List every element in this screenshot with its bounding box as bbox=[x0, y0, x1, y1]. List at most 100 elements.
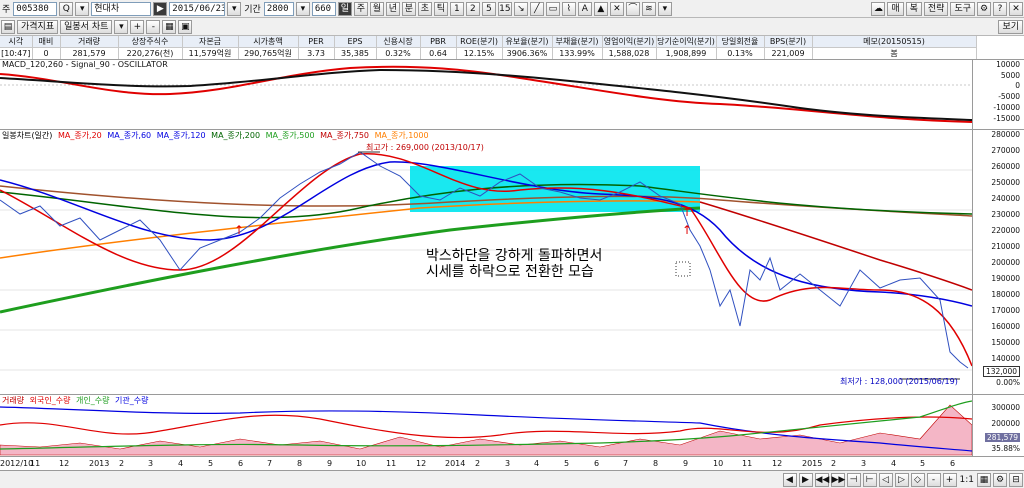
period-button-0[interactable]: 일 bbox=[337, 1, 352, 16]
stock-code-input[interactable]: 005380 bbox=[13, 1, 58, 16]
chart-type-dropdown-icon[interactable]: ▾ bbox=[114, 19, 129, 34]
price-y-label: 190000 bbox=[991, 274, 1020, 283]
macd-pane[interactable]: MACD_120,260 - Signal_90 - OSCILLATOR 10… bbox=[0, 60, 1024, 130]
line-tool-icon[interactable]: ╱ bbox=[529, 1, 544, 16]
tab-daily-chart[interactable]: 일봉서 차트 bbox=[60, 19, 113, 34]
trendline-tool-icon[interactable]: ↘ bbox=[513, 1, 528, 16]
info-header: 부채율(분기) bbox=[552, 36, 603, 48]
period-button-5[interactable]: 초 bbox=[417, 1, 432, 16]
ma-750-tail-line bbox=[699, 201, 972, 291]
close-icon[interactable]: ✕ bbox=[1009, 1, 1023, 16]
date-axis-label: 11 bbox=[30, 459, 41, 468]
zoom-in-icon[interactable]: + bbox=[942, 472, 957, 487]
cloud-icon[interactable]: ☁ bbox=[871, 1, 886, 16]
minute-button-2[interactable]: 5 bbox=[481, 1, 496, 16]
search-icon[interactable]: Q bbox=[59, 1, 74, 16]
nav-prev-icon[interactable]: ◀ bbox=[782, 472, 797, 487]
bottom-navigation-bar: ◀ ▶ ◀◀ ▶▶ ⊣ ⊢ ◁ ▷ ◇ - + 1:1 ▦ ⚙ ⊟ bbox=[0, 471, 1024, 488]
info-value: 0.64 bbox=[420, 47, 457, 59]
volume-legend-item: 거래량 bbox=[2, 396, 25, 405]
selection-handles-icon[interactable] bbox=[675, 261, 691, 277]
tools-more-icon[interactable]: ▾ bbox=[657, 1, 672, 16]
date-axis-label: 2014 bbox=[445, 459, 466, 468]
layout-icon[interactable]: ▦ bbox=[977, 472, 991, 487]
grid-icon[interactable]: ▦ bbox=[162, 19, 177, 34]
stock-name-field[interactable]: 현대차 bbox=[91, 1, 152, 16]
info-header: EPS bbox=[334, 36, 377, 48]
copy-button[interactable]: 복 bbox=[905, 1, 922, 16]
period-button-1[interactable]: 주 bbox=[353, 1, 368, 16]
panel-toggle-icon[interactable]: ▤ bbox=[1, 19, 15, 34]
date-axis-label: 4 bbox=[534, 459, 540, 468]
nav-first-icon[interactable]: ◀◀ bbox=[814, 472, 829, 487]
arc-tool-icon[interactable]: ⌒ bbox=[625, 1, 640, 16]
period-spin-icon[interactable]: ▾ bbox=[295, 1, 310, 16]
triangle-tool-icon[interactable]: ▲ bbox=[593, 1, 608, 16]
nav-last-icon[interactable]: ▶▶ bbox=[830, 472, 845, 487]
period-button-3[interactable]: 년 bbox=[385, 1, 400, 16]
save-icon[interactable]: ▣ bbox=[178, 19, 193, 34]
date-axis-label: 2 bbox=[475, 459, 481, 468]
last-price-badge: 132,000 bbox=[982, 366, 1020, 377]
date-dropdown-icon[interactable]: ▾ bbox=[227, 1, 242, 16]
info-header: 매비 bbox=[32, 36, 61, 48]
last-price-pct: 0.00% bbox=[996, 378, 1020, 387]
play-icon[interactable]: ▶ bbox=[153, 1, 168, 16]
date-axis-label: 9 bbox=[683, 459, 689, 468]
count-input[interactable]: 660 bbox=[311, 1, 336, 16]
period-input[interactable]: 2800 bbox=[263, 1, 294, 16]
price-chart-pane[interactable]: ↑ ↑ ↑ 일봉차트(일간) MA_종가,20 MA_종가,60 MA_종가,1… bbox=[0, 130, 1024, 395]
vertical-line-tool-icon[interactable]: ⌇ bbox=[561, 1, 576, 16]
scroll-left-icon[interactable]: ◁ bbox=[878, 472, 893, 487]
info-header: 유보율(분기) bbox=[502, 36, 553, 48]
up-arrow-3: ↑ bbox=[234, 223, 244, 237]
collapse-icon[interactable]: ⊟ bbox=[1009, 472, 1023, 487]
price-legend-item: MA_종가,1000 bbox=[374, 131, 429, 140]
minute-button-0[interactable]: 1 bbox=[449, 1, 464, 16]
price-legend-item: MA_종가,500 bbox=[265, 131, 315, 140]
macd-line bbox=[0, 65, 972, 123]
nav-next-icon[interactable]: ▶ bbox=[798, 472, 813, 487]
nav-end-icon[interactable]: ⊢ bbox=[862, 472, 877, 487]
info-value: 290,765억원 bbox=[238, 47, 299, 59]
price-y-label: 250000 bbox=[991, 178, 1020, 187]
history-dropdown-icon[interactable]: ▾ bbox=[75, 1, 90, 16]
info-value: 봄 bbox=[812, 47, 977, 59]
info-header: 거래량 bbox=[60, 36, 119, 48]
trade-button[interactable]: 매 bbox=[887, 1, 904, 16]
reset-view-icon[interactable]: ◇ bbox=[910, 472, 925, 487]
delete-tool-icon[interactable]: ✕ bbox=[609, 1, 624, 16]
tools-button[interactable]: 도구 bbox=[950, 1, 975, 16]
minute-button-3[interactable]: 15 bbox=[497, 1, 512, 16]
period-button-6[interactable]: 틱 bbox=[433, 1, 448, 16]
nav-start-icon[interactable]: ⊣ bbox=[846, 472, 861, 487]
date-input[interactable]: 2015/06/23 bbox=[169, 1, 226, 16]
chart-settings-icon[interactable]: ⚙ bbox=[993, 472, 1007, 487]
volume-pane[interactable]: 거래량 외국인_수량 개인_수량 기관_수량 300000 200000 100… bbox=[0, 395, 1024, 457]
date-axis-label: 3 bbox=[861, 459, 867, 468]
help-icon[interactable]: ? bbox=[993, 1, 1007, 16]
date-axis-label: 3 bbox=[505, 459, 511, 468]
info-value: 0 bbox=[32, 47, 61, 59]
view-button[interactable]: 보기 bbox=[998, 19, 1023, 34]
period-button-2[interactable]: 월 bbox=[369, 1, 384, 16]
date-axis-label: 2013 bbox=[89, 459, 110, 468]
date-axis-label: 12 bbox=[416, 459, 427, 468]
zoom-out-icon[interactable]: - bbox=[926, 472, 941, 487]
price-y-label: 170000 bbox=[991, 306, 1020, 315]
zoom-in-button[interactable]: + bbox=[130, 19, 145, 34]
settings-icon[interactable]: ⚙ bbox=[977, 1, 991, 16]
info-value-row: [10:47] 0 281,579 220,276(천) 11,579억원 29… bbox=[0, 47, 977, 59]
scroll-right-icon[interactable]: ▷ bbox=[894, 472, 909, 487]
info-header: 당기순이익(분기) bbox=[656, 36, 717, 48]
fibonacci-tool-icon[interactable]: ≋ bbox=[641, 1, 656, 16]
minute-button-1[interactable]: 2 bbox=[465, 1, 480, 16]
rectangle-tool-icon[interactable]: ▭ bbox=[545, 1, 560, 16]
period-button-4[interactable]: 분 bbox=[401, 1, 416, 16]
info-header: 시가총액 bbox=[238, 36, 299, 48]
strategy-button[interactable]: 전략 bbox=[923, 1, 949, 16]
tab-price-indicators[interactable]: 가격지표 bbox=[17, 19, 59, 34]
date-axis-label: 11 bbox=[742, 459, 753, 468]
zoom-out-button[interactable]: - bbox=[146, 19, 161, 34]
text-tool-icon[interactable]: A bbox=[577, 1, 592, 16]
